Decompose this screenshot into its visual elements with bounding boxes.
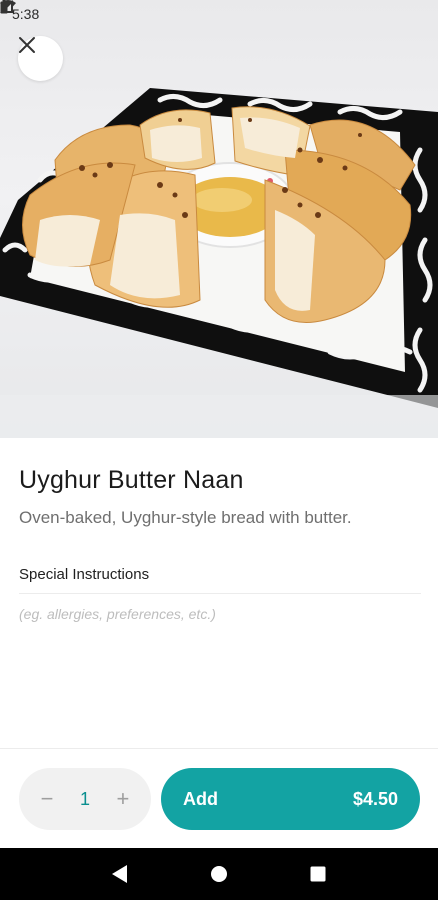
item-photo: 5:38 <box>0 0 438 438</box>
status-bar: 5:38 <box>0 0 438 28</box>
naan-photo-illustration <box>0 88 438 438</box>
back-button[interactable] <box>100 854 140 894</box>
add-to-cart-button[interactable]: Add $4.50 <box>161 768 420 830</box>
home-icon <box>210 866 227 882</box>
special-instructions-input[interactable] <box>19 602 421 626</box>
add-button-label: Add <box>183 788 218 809</box>
increment-button[interactable]: + <box>111 787 135 811</box>
quantity-stepper: − 1 + <box>19 768 151 830</box>
special-instructions-label: Special Instructions <box>19 566 150 583</box>
close-button[interactable] <box>18 36 63 81</box>
system-navigation-bar <box>0 848 438 900</box>
quantity-value: 1 <box>79 788 90 809</box>
divider <box>19 593 421 594</box>
item-description: Oven-baked, Uyghur-style bread with butt… <box>19 508 352 527</box>
item-detail-screen: 5:38 Uyghur Butter Naan Oven-baked, Uygh… <box>0 0 438 900</box>
recents-button[interactable] <box>298 854 338 894</box>
decrement-button[interactable]: − <box>35 787 59 811</box>
add-button-price: $4.50 <box>352 788 398 809</box>
back-icon <box>111 865 127 883</box>
recents-icon <box>310 866 326 882</box>
status-time: 5:38 <box>12 6 40 22</box>
item-title: Uyghur Butter Naan <box>19 466 244 494</box>
close-icon <box>19 37 35 53</box>
add-to-cart-bar: − 1 + Add $4.50 <box>0 748 438 848</box>
home-button[interactable] <box>199 854 239 894</box>
